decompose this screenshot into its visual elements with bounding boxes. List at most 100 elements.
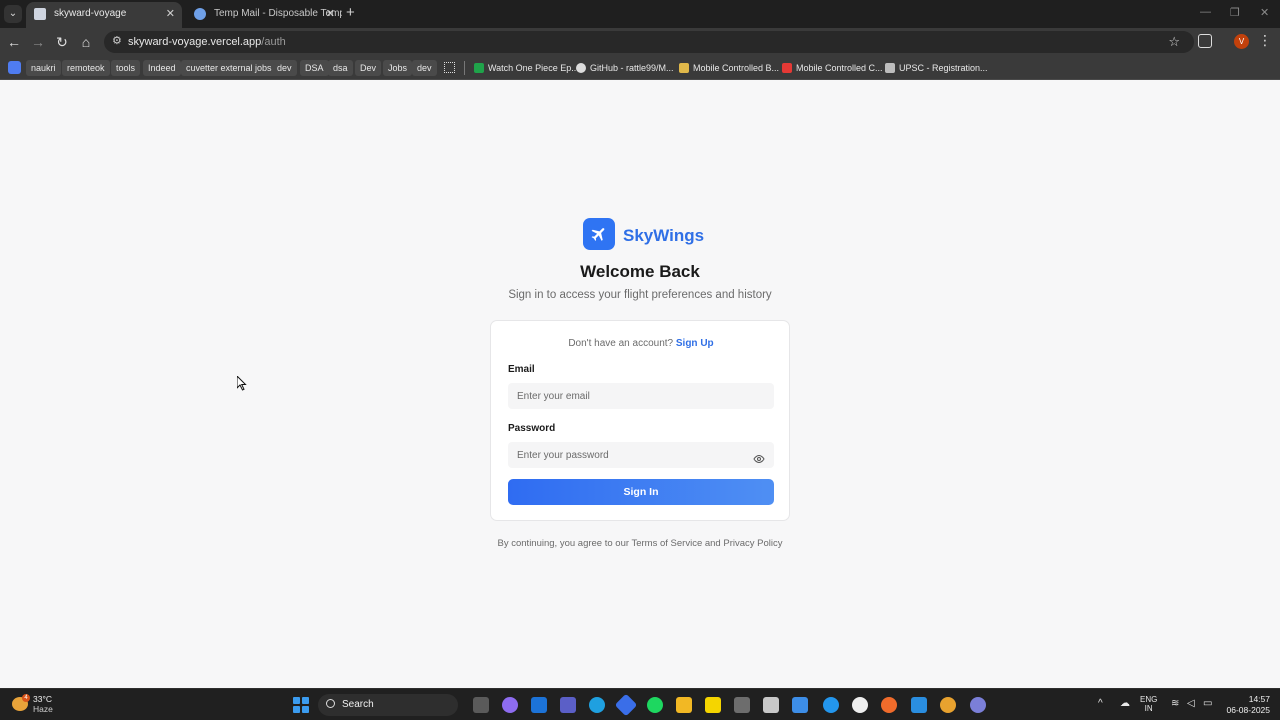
bookmark-indeed[interactable]: Indeed <box>143 60 181 76</box>
app-white-icon[interactable] <box>852 697 868 713</box>
taskbar-search[interactable]: Search <box>318 694 458 716</box>
snipping-tool-icon[interactable] <box>763 697 779 713</box>
calculator-icon[interactable] <box>734 697 750 713</box>
email-label: Email <box>508 364 535 375</box>
reload-icon[interactable]: ↻ <box>52 32 72 52</box>
bookmark-upsc[interactable]: UPSC - Registration... <box>883 60 993 76</box>
weather-widget[interactable]: 33°C Haze <box>33 694 53 714</box>
bookmark-tools[interactable]: tools <box>111 60 141 76</box>
bookmark-star-icon[interactable]: ☆ <box>1168 31 1180 53</box>
copilot-icon[interactable] <box>502 697 518 713</box>
brand-name: SkyWings <box>623 226 705 245</box>
start-icon[interactable] <box>293 697 309 713</box>
address-bar[interactable]: ⚙ skyward-voyage.vercel.app/auth ☆ <box>104 31 1194 53</box>
bookmark-jobs[interactable]: Jobs <box>383 60 413 76</box>
page-title: Welcome Back <box>580 262 700 281</box>
bookmark-dsa-lower[interactable]: dsa <box>328 60 353 76</box>
bookmarks-bar: naukri remoteok tools Indeed cuvetter ex… <box>0 56 1280 80</box>
bookmark-dev-3[interactable]: dev <box>412 60 437 76</box>
password-label: Password <box>508 423 556 434</box>
bookmark-cuvetter[interactable]: cuvetter external jobs <box>181 60 277 76</box>
onedrive-icon[interactable]: ☁ <box>1120 699 1130 709</box>
close-icon[interactable]: ✕ <box>326 2 335 26</box>
battery-icon[interactable]: ▭ <box>1203 699 1212 709</box>
password-field[interactable] <box>508 442 774 468</box>
tab-strip: ⌄ skyward-voyage ✕ Temp Mail - Disposabl… <box>0 0 1280 28</box>
back-icon[interactable]: ← <box>4 32 24 52</box>
bookmark-dsa-upper[interactable]: DSA <box>300 60 329 76</box>
bookmark-mobile-c[interactable]: Mobile Controlled C... <box>780 60 888 76</box>
tab-title: Temp Mail - Disposable Tempo <box>214 8 342 19</box>
forward-icon[interactable]: → <box>28 32 48 52</box>
signup-prompt: Don't have an account? Sign Up <box>491 338 791 349</box>
auth-page: SkyWings Welcome Back Sign in to access … <box>0 80 1280 688</box>
no-account-text: Don't have an account? <box>568 338 674 349</box>
apps-icon[interactable] <box>8 61 21 74</box>
bookmark-github[interactable]: GitHub - rattle99/M... <box>574 60 679 76</box>
upsc-favicon-icon <box>885 63 895 73</box>
spotify-icon[interactable] <box>647 697 663 713</box>
extensions-icon[interactable] <box>1198 34 1212 48</box>
eye-icon[interactable] <box>753 454 765 464</box>
bookmark-one-piece-label: Watch One Piece Ep... <box>488 63 579 73</box>
maximize-button[interactable]: ❐ <box>1230 6 1240 19</box>
vscode-icon[interactable] <box>911 697 927 713</box>
bookmark-remoteok[interactable]: remoteok <box>62 60 110 76</box>
bookmark-dev-1[interactable]: dev <box>272 60 297 76</box>
bookmark-mobile-c-label: Mobile Controlled C... <box>796 63 883 73</box>
tab-temp-mail[interactable]: Temp Mail - Disposable Tempo ✕ <box>186 2 342 28</box>
bookmark-mobile-b[interactable]: Mobile Controlled B... <box>677 60 784 76</box>
close-icon[interactable]: ✕ <box>166 2 175 26</box>
menu-icon[interactable]: ⋮ <box>1258 32 1272 49</box>
youtube-icon <box>782 63 792 73</box>
file-explorer-icon[interactable] <box>676 697 692 713</box>
signup-link[interactable]: Sign Up <box>676 338 714 349</box>
wifi-icon[interactable]: ≋ <box>1171 699 1179 709</box>
bookmarks-separator <box>464 61 465 75</box>
mouse-pointer-icon <box>237 376 247 391</box>
tray-overflow-icon[interactable]: ^ <box>1098 699 1103 709</box>
minimize-button[interactable]: — <box>1200 6 1211 18</box>
folder-icon <box>679 63 689 73</box>
bookmark-dev-2[interactable]: Dev <box>355 60 382 76</box>
profile-avatar[interactable]: V <box>1234 34 1249 49</box>
edge-icon[interactable] <box>589 697 605 713</box>
weather-condition: Haze <box>33 704 53 714</box>
language-indicator[interactable]: ENG IN <box>1140 695 1157 713</box>
docker-icon[interactable] <box>823 697 839 713</box>
task-view-icon[interactable] <box>473 697 489 713</box>
teams-icon[interactable] <box>560 697 576 713</box>
lang-region: IN <box>1144 704 1153 713</box>
tab-groups-icon[interactable] <box>444 62 455 73</box>
terms-notice: By continuing, you agree to our Terms of… <box>497 538 783 549</box>
tab-title: skyward-voyage <box>54 8 127 19</box>
bookmark-naukri[interactable]: naukri <box>26 60 61 76</box>
new-tab-button[interactable]: + <box>346 4 355 21</box>
window-close-button[interactable]: ✕ <box>1260 6 1269 19</box>
site-info-icon[interactable]: ⚙ <box>112 35 124 48</box>
volume-icon[interactable]: ◁ <box>1187 699 1195 709</box>
app-diamond-icon[interactable] <box>614 693 638 717</box>
email-field[interactable] <box>508 383 774 409</box>
tab-search-button[interactable]: ⌄ <box>4 5 22 23</box>
tab-favicon <box>34 8 46 20</box>
chrome-icon[interactable] <box>940 697 956 713</box>
outlook-icon[interactable] <box>531 697 547 713</box>
system-clock[interactable]: 14:57 06-08-2025 <box>1222 694 1270 716</box>
sticky-notes-icon[interactable] <box>705 697 721 713</box>
bookmark-upsc-label: UPSC - Registration... <box>899 63 988 73</box>
search-icon <box>326 699 335 708</box>
page-subtitle: Sign in to access your flight preference… <box>508 289 772 301</box>
postman-icon[interactable] <box>881 697 897 713</box>
bookmark-one-piece[interactable]: Watch One Piece Ep... <box>472 60 584 76</box>
weather-temp: 33°C <box>33 694 52 704</box>
url-text[interactable]: skyward-voyage.vercel.app/auth <box>128 31 286 53</box>
settings-gear-icon[interactable] <box>970 697 986 713</box>
tab-skyward-voyage[interactable]: skyward-voyage ✕ <box>26 2 182 28</box>
lang-code: ENG <box>1140 695 1158 704</box>
signin-button[interactable]: Sign In <box>508 479 774 505</box>
signin-card: Don't have an account? Sign Up Email Pas… <box>490 320 790 521</box>
home-icon[interactable]: ⌂ <box>76 32 96 52</box>
notepad-icon[interactable] <box>792 697 808 713</box>
browser-toolbar: ← → ↻ ⌂ ⚙ skyward-voyage.vercel.app/auth… <box>0 28 1280 56</box>
